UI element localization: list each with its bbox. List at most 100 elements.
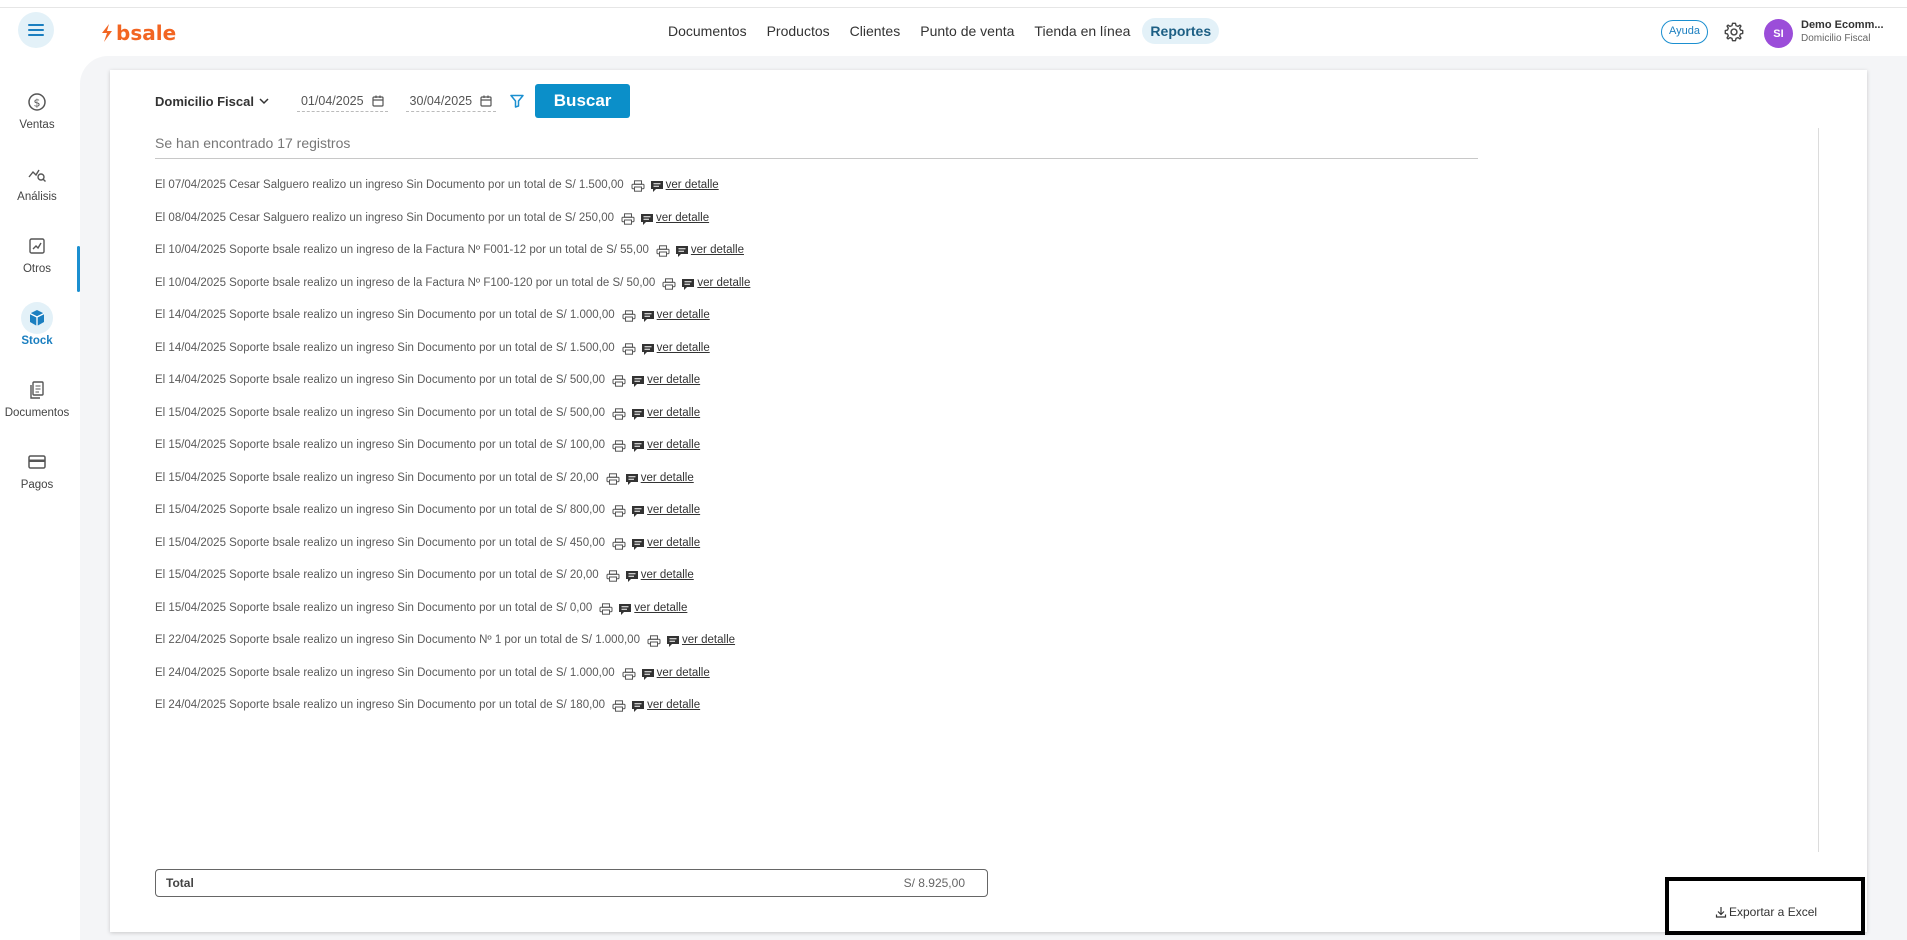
row-text: El 15/04/2025 Soporte bsale realizo un i…	[155, 569, 599, 581]
total-label: Total	[166, 876, 194, 890]
view-detail-link[interactable]: ver detalle	[656, 212, 709, 224]
sidebar: $ Ventas Análisis Otros Stock Documentos…	[0, 56, 80, 940]
print-icon[interactable]	[606, 570, 620, 582]
sidebar-label: Stock	[21, 335, 53, 347]
row-text: El 24/04/2025 Soporte bsale realizo un i…	[155, 666, 615, 679]
export-excel-button[interactable]: Exportar a Excel	[1715, 905, 1817, 919]
print-icon[interactable]	[662, 277, 676, 290]
view-detail-link[interactable]: ver detalle	[647, 537, 700, 549]
view-detail-link[interactable]: ver detalle	[647, 504, 700, 516]
bsale-logo[interactable]: bsale	[101, 21, 176, 45]
row-text: El 14/04/2025 Soporte bsale realizo un i…	[155, 341, 615, 354]
top-header: bsale Documentos Productos Clientes Punt…	[0, 8, 1907, 56]
view-detail-link[interactable]: ver detalle	[666, 179, 719, 191]
view-detail-link[interactable]: ver detalle	[697, 277, 750, 289]
date-from-value: 01/04/2025	[300, 93, 364, 108]
comment-icon	[625, 473, 639, 486]
nav-reportes[interactable]: Reportes	[1142, 18, 1220, 44]
gear-icon[interactable]	[1723, 21, 1745, 43]
domicilio-select[interactable]: Domicilio Fiscal	[155, 94, 269, 109]
help-button[interactable]: Ayuda	[1661, 20, 1708, 44]
view-detail-link[interactable]: ver detalle	[647, 699, 700, 711]
row-text: El 15/04/2025 Soporte bsale realizo un i…	[155, 504, 606, 516]
divider	[1818, 128, 1819, 852]
list-item: El 10/04/2025 Soporte bsale realizo un i…	[155, 244, 750, 277]
view-detail-link[interactable]: ver detalle	[682, 634, 735, 646]
analysis-icon	[28, 169, 46, 182]
print-icon[interactable]	[622, 310, 636, 322]
print-icon[interactable]	[612, 440, 626, 452]
sidebar-item-otros[interactable]: Otros	[0, 230, 74, 290]
sidebar-label: Otros	[22, 263, 52, 275]
comment-icon	[631, 505, 645, 518]
user-menu[interactable]: Demo Ecomm... Domicilio Fiscal	[1801, 19, 1884, 45]
row-text: El 15/04/2025 Soporte bsale realizo un i…	[155, 471, 599, 484]
row-text: El 07/04/2025 Cesar Salguero realizo un …	[155, 179, 624, 191]
bolt-logo-icon	[102, 24, 112, 42]
print-icon[interactable]	[612, 537, 626, 550]
nav-clientes[interactable]: Clientes	[842, 18, 909, 44]
chart-icon	[29, 238, 45, 254]
top-strip	[0, 0, 1907, 8]
nav-punto-de-venta[interactable]: Punto de venta	[912, 18, 1022, 44]
view-detail-link[interactable]: ver detalle	[657, 342, 710, 354]
print-icon[interactable]	[622, 342, 636, 355]
view-detail-link[interactable]: ver detalle	[634, 602, 687, 614]
date-from-field[interactable]: 01/04/2025	[296, 91, 388, 112]
print-icon[interactable]	[606, 472, 620, 485]
print-icon[interactable]	[612, 700, 626, 712]
comment-icon	[650, 180, 664, 193]
list-item: El 14/04/2025 Soporte bsale realizo un i…	[155, 309, 750, 342]
list-item: El 15/04/2025 Soporte bsale realizo un i…	[155, 569, 750, 602]
list-item: El 07/04/2025 Cesar Salguero realizo un …	[155, 179, 750, 212]
print-icon[interactable]	[612, 407, 626, 420]
comment-icon	[675, 245, 689, 258]
avatar[interactable]: SI	[1764, 19, 1793, 48]
view-detail-link[interactable]: ver detalle	[641, 472, 694, 484]
print-icon[interactable]	[621, 212, 635, 225]
filter-button[interactable]	[510, 94, 524, 108]
search-button[interactable]: Buscar	[535, 84, 631, 118]
menu-button[interactable]	[18, 12, 54, 48]
sidebar-item-documentos[interactable]: Documentos	[0, 374, 74, 434]
row-text: El 15/04/2025 Soporte bsale realizo un i…	[155, 406, 606, 419]
print-icon[interactable]	[612, 375, 626, 387]
view-detail-link[interactable]: ver detalle	[647, 439, 700, 451]
view-detail-link[interactable]: ver detalle	[691, 244, 744, 256]
comment-icon	[641, 343, 655, 356]
print-icon[interactable]	[647, 635, 661, 647]
comment-icon	[625, 570, 639, 583]
view-detail-link[interactable]: ver detalle	[647, 374, 700, 386]
nav-productos[interactable]: Productos	[759, 18, 838, 44]
sidebar-item-analisis[interactable]: Análisis	[0, 158, 74, 218]
list-item: El 15/04/2025 Soporte bsale realizo un i…	[155, 602, 750, 635]
view-detail-link[interactable]: ver detalle	[657, 309, 710, 321]
card-icon	[28, 455, 46, 469]
list-item: El 14/04/2025 Soporte bsale realizo un i…	[155, 374, 750, 407]
row-text: El 08/04/2025 Cesar Salguero realizo un …	[155, 211, 615, 224]
nav-tienda-en-linea[interactable]: Tienda en línea	[1026, 18, 1138, 44]
sidebar-item-pagos[interactable]: Pagos	[0, 446, 74, 506]
comment-icon	[666, 635, 680, 648]
comment-icon	[631, 375, 645, 388]
sidebar-item-ventas[interactable]: $ Ventas	[0, 86, 74, 146]
print-icon[interactable]	[622, 667, 636, 680]
comment-icon	[631, 538, 645, 551]
view-detail-link[interactable]: ver detalle	[641, 569, 694, 581]
export-label: Exportar a Excel	[1729, 905, 1818, 919]
view-detail-link[interactable]: ver detalle	[647, 407, 700, 419]
hamburger-icon	[28, 24, 44, 36]
box-icon	[29, 310, 45, 326]
print-icon[interactable]	[631, 180, 645, 192]
list-item: El 15/04/2025 Soporte bsale realizo un i…	[155, 407, 750, 440]
print-icon[interactable]	[656, 245, 670, 257]
date-to-field[interactable]: 30/04/2025	[405, 91, 497, 112]
list-item: El 22/04/2025 Soporte bsale realizo un i…	[155, 634, 750, 667]
sidebar-item-stock[interactable]: Stock	[0, 302, 74, 362]
nav-documentos[interactable]: Documentos	[660, 18, 755, 44]
print-icon[interactable]	[612, 505, 626, 517]
print-icon[interactable]	[599, 602, 613, 615]
view-detail-link[interactable]: ver detalle	[657, 667, 710, 679]
row-text: El 15/04/2025 Soporte bsale realizo un i…	[155, 601, 593, 614]
filter-bar: Domicilio Fiscal 01/04/2025 30/04/2025 B…	[155, 84, 631, 118]
